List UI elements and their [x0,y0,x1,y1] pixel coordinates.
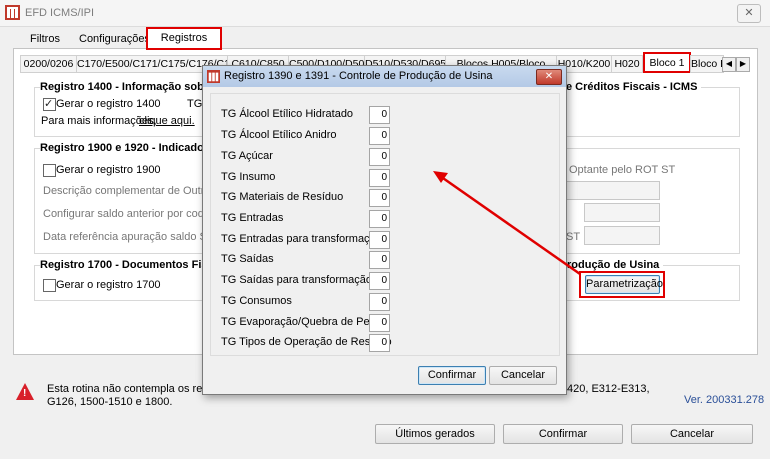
input-entradas[interactable]: 0 [369,210,390,228]
subtab-h020[interactable]: H020 [611,55,643,73]
input-tipos-operacao-residuo[interactable]: 0 [369,334,390,352]
warning-text-line2: G126, 1500-1510 e 1800. [47,396,173,408]
row-label-saidas: TG Saídas [221,253,274,265]
subtab-bloco-1[interactable]: Bloco 1 [643,52,691,73]
label-st: ST [566,231,581,243]
checkbox-1400[interactable] [43,97,56,111]
subtab-scroll-right-icon[interactable]: ▶ [736,57,750,72]
row-label-consumos: TG Consumos [221,295,292,307]
row-label-entradas-transformacao: TG Entradas para transformação [221,233,382,245]
row-label-tipos-operacao-residuo: TG Tipos de Operação de Resíduo [221,336,392,348]
dialog-confirmar-button[interactable]: Confirmar [418,366,486,385]
ultimos-gerados-button[interactable]: Últimos gerados [375,424,495,444]
group-1700-title: Registro 1700 - Documentos Fisca [40,259,224,271]
input-acucar[interactable]: 0 [369,148,390,166]
confirmar-button[interactable]: Confirmar [503,424,623,444]
group-creditos-title: e Créditos Fiscais - ICMS [566,81,702,93]
input-evaporacao[interactable]: 0 [369,314,390,332]
parametrizacao-button[interactable]: Parametrização [585,275,663,294]
input-saidas-transformacao[interactable]: 0 [369,272,390,290]
group-usina-title: rodução de Usina [567,259,664,271]
field-optante[interactable] [566,181,660,200]
window-title: EFD ICMS/IPI [25,7,95,19]
dialog-cancelar-button[interactable]: Cancelar [489,366,557,385]
row-label-alcool-hidratado: TG Álcool Etílico Hidratado [221,108,354,120]
input-consumos[interactable]: 0 [369,293,390,311]
dialog-app-icon [207,70,220,83]
input-insumo[interactable]: 0 [369,169,390,187]
input-materiais-residuo[interactable]: 0 [369,189,390,207]
row-label-entradas: TG Entradas [221,212,284,224]
subtab-0200[interactable]: 0200/0206 [20,55,77,73]
warning-exclamation-icon: ! [23,388,27,399]
input-entradas-transformacao[interactable]: 0 [369,231,390,249]
row-label-acucar: TG Açúcar [221,150,273,162]
row-label-evaporacao: TG Evaporação/Quebra de Peso [221,316,382,328]
label-optante-rot-st: Optante pelo ROT ST [569,164,676,176]
row-label-materiais-residuo: TG Materiais de Resíduo [221,191,344,203]
dialog-close-button[interactable]: ✕ [536,69,562,85]
tab-filtros[interactable]: Filtros [15,30,75,48]
warning-text-line1b: 420, E312-E313, [567,383,650,395]
group-1400-title: Registro 1400 - Informação sobre [40,81,219,93]
input-saidas[interactable]: 0 [369,251,390,269]
checkbox-1900-label: Gerar o registro 1900 [56,164,161,176]
subtab-scroll-left-icon[interactable]: ◀ [722,57,736,72]
tab-registros[interactable]: Registros [146,27,222,50]
field-saldo-anterior[interactable] [584,203,660,222]
row-label-saidas-transformacao: TG Saídas para transformação [221,274,373,286]
tab-configuracoes[interactable]: Configurações [79,30,150,48]
window-titlebar [0,0,770,27]
window-close-button[interactable]: ✕ [737,4,761,23]
usina-dialog: Registro 1390 e 1391 - Controle de Produ… [202,65,567,395]
input-alcool-hidratado[interactable]: 0 [369,106,390,124]
checkbox-1700[interactable] [43,279,56,292]
app-logo-icon [5,5,20,20]
dialog-title: Registro 1390 e 1391 - Controle de Produ… [224,70,493,82]
checkbox-1400-label: Gerar o registro 1400 [56,98,161,110]
checkbox-1900[interactable] [43,164,56,177]
cancelar-button[interactable]: Cancelar [631,424,753,444]
version-label: Ver. 200331.278 [684,394,765,406]
field-data-referencia[interactable] [584,226,660,245]
input-alcool-anidro[interactable]: 0 [369,127,390,145]
subtab-bloco-b[interactable]: Bloco B [690,55,724,73]
group-1900-title: Registro 1900 e 1920 - Indicador [40,142,213,154]
checkbox-1700-label: Gerar o registro 1700 [56,279,161,291]
row-label-alcool-anidro: TG Álcool Etílico Anidro [221,129,337,141]
more-info-link[interactable]: clique aqui. [139,115,195,127]
row-label-insumo: TG Insumo [221,171,276,183]
